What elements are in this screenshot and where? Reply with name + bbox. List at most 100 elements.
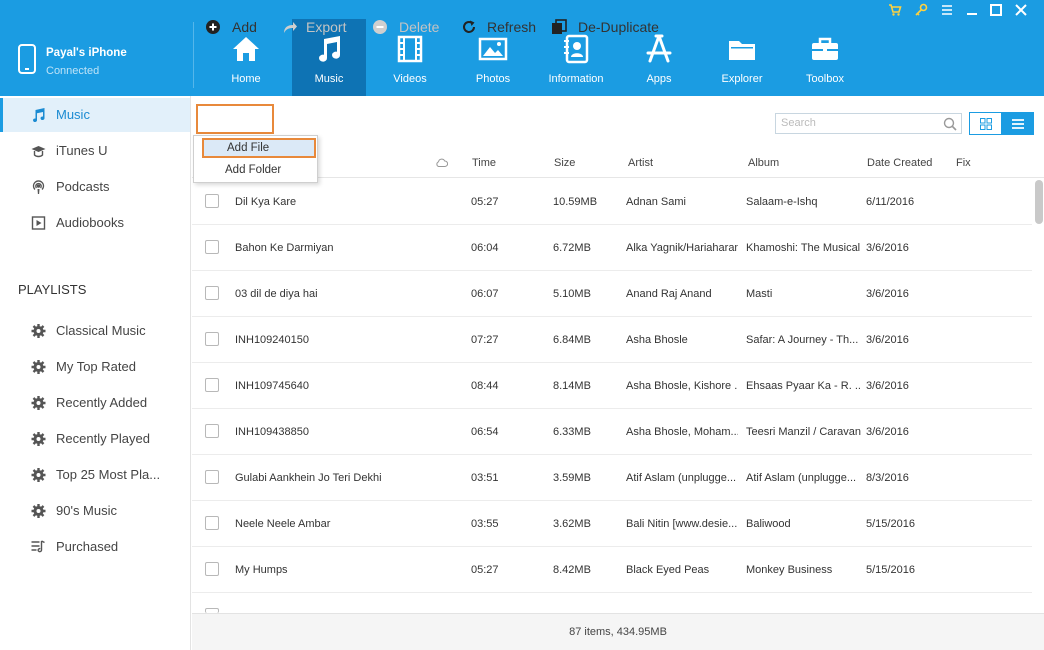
export-button[interactable]: Export [282, 16, 346, 38]
sidebar-item-music[interactable]: Music [0, 98, 190, 132]
column-date-created[interactable]: Date Created [867, 157, 932, 169]
add-button[interactable]: Add [205, 16, 257, 38]
song-date: 3/6/2016 [866, 380, 909, 392]
menu-icon[interactable] [940, 3, 954, 17]
deduplicate-label: De-Duplicate [578, 19, 659, 35]
sidebar-item-playlist[interactable]: Recently Played [0, 422, 190, 456]
delete-label: Delete [399, 19, 440, 35]
sidebar-item-playlist[interactable]: Purchased [0, 530, 190, 564]
folder-icon [729, 41, 755, 60]
sidebar-item-audiobooks[interactable]: Audiobooks [0, 206, 190, 240]
scrollbar-thumb[interactable] [1035, 180, 1043, 224]
row-checkbox[interactable] [205, 424, 219, 438]
song-album: Monkey Business [746, 564, 833, 576]
status-footer: 87 items, 434.95MB [192, 613, 1044, 650]
song-album: Teesri Manzil / Caravan [746, 426, 861, 438]
table-row[interactable]: INH109438850 06:54 6.33MB Asha Bhosle, M… [192, 409, 1032, 455]
gear-icon [31, 468, 46, 482]
song-size: 6.72MB [553, 242, 591, 254]
song-date: 3/6/2016 [866, 426, 909, 438]
list-view-button[interactable] [1001, 112, 1034, 135]
key-icon[interactable] [914, 3, 928, 17]
song-size: 3.62MB [553, 518, 591, 530]
grid-icon [980, 118, 992, 130]
search-icon[interactable] [943, 117, 957, 131]
row-checkbox[interactable] [205, 286, 219, 300]
toolbox-icon [812, 37, 838, 60]
song-size: 6.33MB [553, 426, 591, 438]
playlist-icon [31, 540, 45, 553]
sidebar-item-label: Audiobooks [56, 215, 124, 230]
row-checkbox[interactable] [205, 332, 219, 346]
column-album[interactable]: Album [748, 157, 779, 169]
table-row[interactable]: INH109240150 07:27 6.84MB Asha Bhosle Sa… [192, 317, 1032, 363]
add-file-menu-item[interactable]: Add File [202, 138, 316, 158]
song-size: 5.10MB [553, 288, 591, 300]
row-checkbox[interactable] [205, 470, 219, 484]
song-name: Dil Kya Kare [235, 196, 297, 208]
sidebar-item-podcasts[interactable]: Podcasts [0, 170, 190, 204]
column-size[interactable]: Size [554, 157, 575, 169]
sidebar-item-playlist[interactable]: Recently Added [0, 386, 190, 420]
cloud-icon[interactable] [435, 157, 448, 168]
song-time: 06:54 [471, 426, 499, 438]
sidebar-item-playlist[interactable]: Classical Music [0, 314, 190, 348]
device-panel[interactable]: Payal's iPhone Connected [0, 20, 194, 96]
minimize-icon[interactable] [965, 3, 979, 17]
table-row-partial[interactable] [192, 593, 1032, 613]
song-date: 5/15/2016 [866, 518, 915, 530]
nav-label: Home [231, 73, 261, 85]
grid-view-button[interactable] [969, 112, 1002, 135]
nav-label: Videos [393, 73, 427, 85]
table-row[interactable]: Gulabi Aankhein Jo Teri Dekhi 03:51 3.59… [192, 455, 1032, 501]
table-row[interactable]: 03 dil de diya hai 06:07 5.10MB Anand Ra… [192, 271, 1032, 317]
row-checkbox[interactable] [205, 240, 219, 254]
sidebar-item-label: My Top Rated [56, 359, 136, 374]
cart-icon[interactable] [888, 3, 902, 17]
nav-label: Apps [646, 73, 672, 85]
table-row[interactable]: My Humps 05:27 8.42MB Black Eyed Peas Mo… [192, 547, 1032, 593]
device-name: Payal's iPhone [46, 47, 127, 59]
song-name: INH109438850 [235, 426, 310, 438]
table-row[interactable]: INH109745640 08:44 8.14MB Asha Bhosle, K… [192, 363, 1032, 409]
sidebar-item-itunes-u[interactable]: iTunes U [0, 134, 190, 168]
deduplicate-button[interactable]: De-Duplicate [551, 16, 659, 38]
sidebar-item-playlist[interactable]: My Top Rated [0, 350, 190, 384]
sidebar-item-playlist[interactable]: 90's Music [0, 494, 190, 528]
list-icon [1012, 119, 1024, 129]
nav-toolbox[interactable]: Toolbox [788, 19, 862, 96]
column-artist[interactable]: Artist [628, 157, 653, 169]
song-artist: Asha Bhosle [626, 334, 688, 346]
gear-icon [31, 396, 46, 410]
search-box[interactable]: Search [775, 113, 962, 134]
column-time[interactable]: Time [472, 157, 496, 169]
refresh-button[interactable]: Refresh [461, 16, 536, 38]
song-date: 3/6/2016 [866, 242, 909, 254]
song-artist: Adnan Sami [626, 196, 686, 208]
sidebar-item-label: iTunes U [56, 143, 108, 158]
song-name: 03 dil de diya hai [235, 288, 318, 300]
column-fix[interactable]: Fix [956, 157, 971, 169]
row-checkbox[interactable] [205, 194, 219, 208]
table-row[interactable]: Bahon Ke Darmiyan 06:04 6.72MB Alka Yagn… [192, 225, 1032, 271]
row-checkbox[interactable] [205, 562, 219, 576]
table-row[interactable]: Dil Kya Kare 05:27 10.59MB Adnan Sami Sa… [192, 179, 1032, 225]
song-date: 5/15/2016 [866, 564, 915, 576]
song-time: 05:27 [471, 564, 499, 576]
podcast-icon [32, 180, 45, 194]
song-time: 06:04 [471, 242, 499, 254]
sidebar-item-playlist[interactable]: Top 25 Most Pla... [0, 458, 190, 492]
add-folder-menu-item[interactable]: Add Folder [194, 160, 317, 180]
audiobook-icon [31, 216, 46, 230]
row-checkbox[interactable] [205, 516, 219, 530]
close-icon[interactable] [1014, 3, 1028, 17]
gear-icon [31, 324, 46, 338]
row-checkbox[interactable] [205, 378, 219, 392]
nav-label: Toolbox [806, 73, 844, 85]
nav-explorer[interactable]: Explorer [705, 19, 779, 96]
table-row[interactable]: Neele Neele Ambar 03:55 3.62MB Bali Niti… [192, 501, 1032, 547]
export-icon [284, 22, 297, 33]
delete-button[interactable]: Delete [372, 16, 439, 38]
song-name: Neele Neele Ambar [235, 518, 331, 530]
maximize-icon[interactable] [989, 3, 1003, 17]
